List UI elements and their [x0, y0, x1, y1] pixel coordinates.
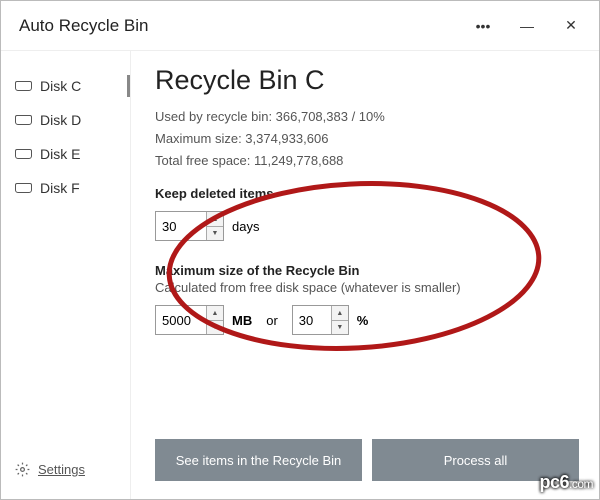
- sidebar-item-disk-d[interactable]: Disk D: [1, 103, 130, 137]
- page-title: Recycle Bin C: [155, 65, 579, 96]
- stat-max: Maximum size: 3,374,933,606: [155, 128, 579, 150]
- sidebar-item-disk-f[interactable]: Disk F: [1, 171, 130, 205]
- mb-unit: MB: [232, 313, 252, 328]
- step-down-icon[interactable]: ▼: [207, 321, 223, 335]
- process-all-button[interactable]: Process all: [372, 439, 579, 481]
- close-button[interactable]: ✕: [549, 6, 593, 46]
- sidebar-item-label: Disk C: [40, 78, 81, 94]
- titlebar: Auto Recycle Bin ••• — ✕: [1, 1, 599, 51]
- see-items-button[interactable]: See items in the Recycle Bin: [155, 439, 362, 481]
- keep-days-unit: days: [232, 219, 259, 234]
- sidebar-item-disk-e[interactable]: Disk E: [1, 137, 130, 171]
- app-title: Auto Recycle Bin: [19, 16, 461, 36]
- maxsize-pct-stepper[interactable]: ▲ ▼: [292, 305, 349, 335]
- maxsize-mb-input[interactable]: [156, 306, 206, 334]
- keep-days-input[interactable]: [156, 212, 206, 240]
- settings-label: Settings: [38, 462, 85, 477]
- step-down-icon[interactable]: ▼: [332, 321, 348, 335]
- disk-icon: [15, 183, 32, 193]
- sidebar: Disk C Disk D Disk E Disk F Settings: [1, 51, 131, 499]
- gear-icon: [15, 462, 30, 477]
- stat-used: Used by recycle bin: 366,708,383 / 10%: [155, 106, 579, 128]
- step-up-icon[interactable]: ▲: [332, 306, 348, 321]
- maxsize-pct-input[interactable]: [293, 306, 331, 334]
- body: Disk C Disk D Disk E Disk F Settings Rec…: [1, 51, 599, 499]
- stat-free: Total free space: 11,249,778,688: [155, 150, 579, 172]
- minimize-button[interactable]: —: [505, 6, 549, 46]
- settings-link[interactable]: Settings: [1, 448, 130, 499]
- keep-items-row: ▲ ▼ days: [155, 211, 579, 241]
- step-down-icon[interactable]: ▼: [207, 227, 223, 241]
- keep-items-label: Keep deleted items: [155, 186, 579, 201]
- step-up-icon[interactable]: ▲: [207, 306, 223, 321]
- spinner-buttons: ▲ ▼: [206, 212, 223, 240]
- disk-icon: [15, 149, 32, 159]
- maxsize-row: ▲ ▼ MB or ▲ ▼ %: [155, 305, 579, 335]
- maxsize-sub: Calculated from free disk space (whateve…: [155, 280, 579, 295]
- sidebar-item-label: Disk D: [40, 112, 81, 128]
- app-window: Auto Recycle Bin ••• — ✕ Disk C Disk D D…: [0, 0, 600, 500]
- or-label: or: [266, 313, 278, 328]
- sidebar-item-label: Disk F: [40, 180, 80, 196]
- keep-days-stepper[interactable]: ▲ ▼: [155, 211, 224, 241]
- disk-icon: [15, 81, 32, 91]
- main-panel: Recycle Bin C Used by recycle bin: 366,7…: [131, 51, 599, 499]
- sidebar-item-label: Disk E: [40, 146, 80, 162]
- maxsize-label: Maximum size of the Recycle Bin: [155, 263, 579, 278]
- action-bar: See items in the Recycle Bin Process all: [155, 439, 579, 481]
- sidebar-item-disk-c[interactable]: Disk C: [1, 69, 130, 103]
- step-up-icon[interactable]: ▲: [207, 212, 223, 227]
- spinner-buttons: ▲ ▼: [331, 306, 348, 334]
- disk-icon: [15, 115, 32, 125]
- pct-unit: %: [357, 313, 369, 328]
- spinner-buttons: ▲ ▼: [206, 306, 223, 334]
- more-button[interactable]: •••: [461, 6, 505, 46]
- maxsize-mb-stepper[interactable]: ▲ ▼: [155, 305, 224, 335]
